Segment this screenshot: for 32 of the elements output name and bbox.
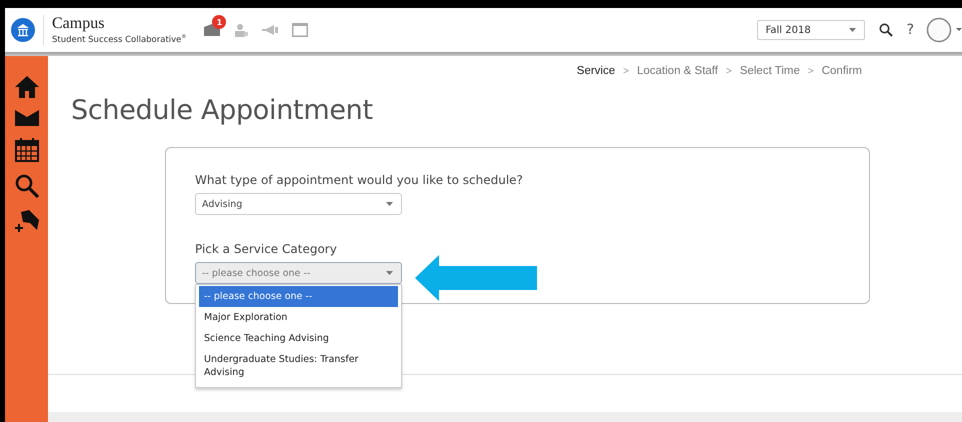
logo-icon[interactable] xyxy=(11,18,35,42)
brand-tagline: Student Success Collaborative$^{®}$ xyxy=(52,34,186,44)
caret-icon xyxy=(386,271,393,275)
dropdown-option[interactable]: -- please choose one -- xyxy=(199,286,398,307)
notification-badge: 1 xyxy=(212,15,226,29)
breadcrumb-step[interactable]: Confirm xyxy=(822,65,862,77)
breadcrumb-step[interactable]: Select Time xyxy=(740,65,800,77)
caret-icon xyxy=(848,28,856,32)
help-link[interactable]: ? xyxy=(906,22,914,38)
field-label: Pick a Service Category xyxy=(195,242,338,256)
breadcrumb-separator: > xyxy=(623,66,629,76)
calendar-icon[interactable] xyxy=(14,138,38,162)
search-icon[interactable] xyxy=(14,174,38,198)
dropdown-option[interactable]: Science Teaching Advising xyxy=(199,328,398,349)
avatar-icon[interactable] xyxy=(926,17,962,43)
dropdown-option[interactable]: Major Exploration xyxy=(199,307,398,328)
breadcrumb-separator: > xyxy=(808,66,814,76)
home-icon[interactable] xyxy=(14,76,38,98)
appointment-type-select[interactable]: Advising xyxy=(195,193,402,215)
caret-icon xyxy=(386,202,393,206)
breadcrumb-step[interactable]: Location & Staff xyxy=(636,65,718,77)
field-label: What type of appointment would you like to schedule? xyxy=(195,173,524,187)
bookmark-add-icon[interactable] xyxy=(14,210,38,234)
breadcrumb-separator: > xyxy=(726,66,732,76)
breadcrumb-step[interactable]: Service xyxy=(576,65,616,77)
mail-icon[interactable] xyxy=(14,110,38,126)
term-select[interactable]: Fall 2018 xyxy=(756,20,865,40)
brand-name: Campus xyxy=(52,16,106,32)
page-title: Schedule Appointment xyxy=(71,95,374,126)
service-category-select[interactable]: -- please choose one -- xyxy=(195,262,402,284)
search-icon[interactable] xyxy=(878,23,893,37)
dropdown-option[interactable]: Undergraduate Studies: Transfer Advising xyxy=(199,349,398,383)
